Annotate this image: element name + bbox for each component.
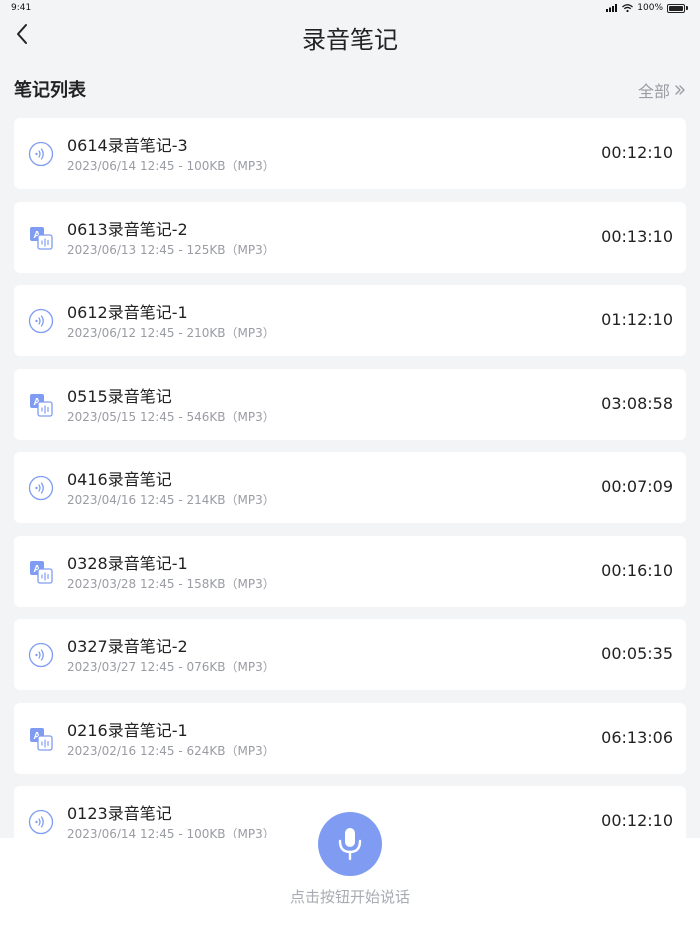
note-title: 0416录音笔记 [67,470,172,489]
note-duration: 00:16:10 [601,560,673,580]
status-indicators: 100% [606,3,688,13]
transcribe-icon: A [28,225,54,251]
battery-icon [667,3,685,13]
double-chevron-right-icon [675,85,685,95]
status-bar: 9:41 100% [0,0,700,16]
record-button[interactable] [318,812,382,876]
section-title: 笔记列表 [14,80,86,101]
note-duration: 00:13:10 [601,226,673,246]
note-meta: 2023/03/28 12:45 - 158KB（MP3） [67,576,275,591]
audio-wave-icon [28,809,54,835]
view-all-label: 全部 [637,82,670,101]
transcribe-icon: A [28,392,54,418]
note-duration: 03:08:58 [601,393,673,413]
note-title: 0612录音笔记-1 [67,303,188,322]
note-meta: 2023/05/15 12:45 - 546KB（MP3） [67,409,275,424]
record-hint: 点击按钮开始说话 [289,888,410,906]
signal-icon [606,4,618,12]
note-title: 0613录音笔记-2 [67,219,188,239]
note-meta: 2023/02/16 12:45 - 624KB（MP3） [67,743,275,758]
note-card[interactable]: 0416录音笔记 2023/04/16 12:45 - 214KB（MP3） 00:… [14,452,686,523]
note-title: 0614录音笔记-3 [67,136,188,155]
battery-percent: 100% [637,3,663,13]
note-card[interactable]: A 0515录音笔记 2023/05/15 12:45 - 546KB（MP3） 03… [14,368,686,440]
note-meta: 2023/04/16 12:45 - 214KB（MP3） [67,493,275,507]
note-meta: 2023/06/13 12:45 - 125KB（MP3） [67,242,275,257]
note-duration: 00:12:10 [601,811,673,830]
notes-list: 0614录音笔记-3 2023/06/14 12:45 - 100KB（MP3） 0… [14,118,686,870]
note-duration: 00:12:10 [601,143,673,162]
page-title: 录音笔记 [302,26,398,54]
microphone-icon [338,828,362,861]
audio-wave-icon [28,475,54,501]
note-title: 0123录音笔记 [67,804,172,823]
note-card[interactable]: 0327录音笔记-2 2023/03/27 12:45 - 076KB（MP3） 0… [14,619,686,690]
note-duration: 06:13:06 [601,727,673,747]
note-card[interactable]: A 0216录音笔记-1 2023/02/16 12:45 - 624KB（MP3）… [14,702,686,774]
transcribe-icon: A [28,726,54,752]
view-all-link[interactable]: 全部 [638,78,686,102]
note-card[interactable]: 0612录音笔记-1 2023/06/12 12:45 - 210KB（MP3） 0… [14,285,686,356]
note-meta: 2023/06/12 12:45 - 210KB（MP3） [67,326,275,340]
note-duration: 00:07:09 [601,477,673,496]
note-card[interactable]: 0614录音笔记-3 2023/06/14 12:45 - 100KB（MP3） 0… [14,118,686,189]
note-title: 0328录音笔记-1 [67,553,188,573]
note-duration: 01:12:10 [601,310,673,329]
audio-wave-icon [28,308,54,334]
note-title: 0515录音笔记 [67,386,172,406]
audio-wave-icon [28,642,54,668]
note-card[interactable]: A 0613录音笔记-2 2023/06/13 12:45 - 125KB（MP3）… [14,201,686,273]
section-header: 笔记列表 全部 [14,74,686,102]
status-time: 9:41 [11,3,32,13]
battery-tip [686,6,688,10]
note-title: 0216录音笔记-1 [67,720,188,740]
note-duration: 00:05:35 [601,644,673,663]
note-card[interactable]: A 0328录音笔记-1 2023/03/28 12:45 - 158KB（MP3）… [14,535,686,607]
transcribe-icon: A [28,559,54,585]
audio-wave-icon [28,141,54,167]
note-meta: 2023/06/14 12:45 - 100KB（MP3） [67,159,275,173]
nav-bar: 录音笔记 [0,16,700,56]
note-meta: 2023/03/27 12:45 - 076KB（MP3） [67,660,275,674]
wifi-icon [622,4,634,12]
note-title: 0327录音笔记-2 [67,637,188,656]
